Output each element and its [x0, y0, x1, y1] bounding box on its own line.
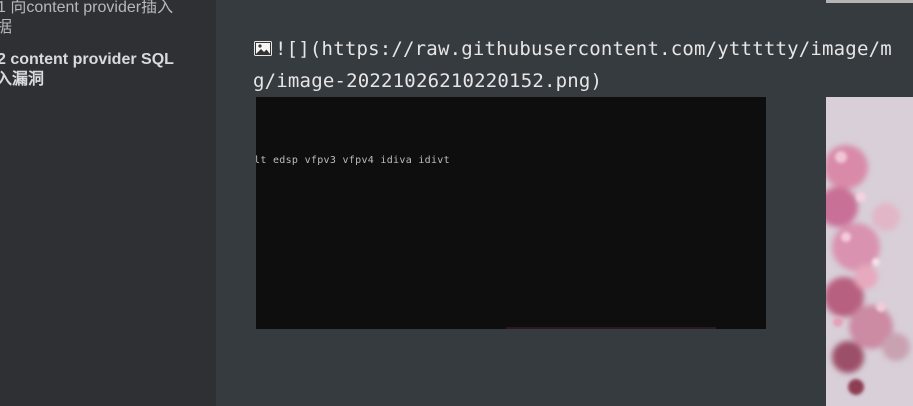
toc-item-insert-data[interactable]: 1 向content provider插入 据 [0, 0, 200, 38]
broken-image-icon [254, 41, 272, 56]
toc-item-label-continued: 入漏洞 [0, 71, 45, 88]
outline-sidebar: 1 向content provider插入 据 2 content provid… [0, 0, 216, 406]
terminal-output-text: lt edsp vfpv3 vfpv4 idiva idivt [256, 155, 450, 166]
terminal-screenshot-image: lt edsp vfpv3 vfpv4 idiva idivt [256, 97, 766, 329]
toc-item-label-continued: 据 [0, 19, 13, 36]
markdown-image-source-line[interactable]: ![](https://raw.githubusercontent.com/yt… [254, 38, 892, 60]
background-photo-edge [826, 0, 913, 3]
toc-item-sql-injection[interactable]: 2 content provider SQL 入漏洞 [0, 50, 200, 90]
markdown-image-source-text-2: g/image-20221026210220152.png) [253, 70, 603, 92]
toc-item-label: 1 向content provider插入 [0, 0, 174, 16]
editor-content[interactable]: ![](https://raw.githubusercontent.com/yt… [216, 0, 913, 406]
terminal-decoration [506, 327, 716, 329]
markdown-image-source-text-1: ![](https://raw.githubusercontent.com/yt… [275, 38, 892, 60]
markdown-image-source-line-continued[interactable]: g/image-20221026210220152.png) [253, 70, 602, 92]
toc-item-label: 2 content provider SQL [0, 51, 174, 68]
background-flower-photo [826, 97, 913, 406]
